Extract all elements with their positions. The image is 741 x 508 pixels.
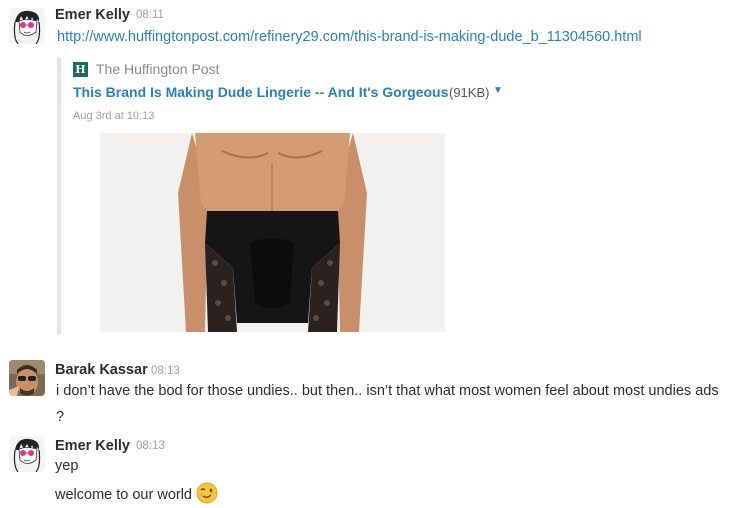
message-barak: Barak Kassar 08:13 i don’t have the bod … [0,355,741,430]
timestamp[interactable]: 08:13 [136,440,165,452]
attachment-service-name: The Huffington Post [96,61,220,77]
timestamp[interactable]: 08:13 [151,365,180,377]
attachment-bar [57,57,61,335]
avatar-barak-kassar[interactable] [9,360,45,396]
winking-face-icon[interactable] [196,482,218,508]
message-text-row: welcome to our world [55,482,218,508]
message-link[interactable]: http://www.huffingtonpost.com/refinery29… [57,29,642,45]
attachment-date: Aug 3rd at 10:13 [73,110,155,122]
message-text: i don’t have the bod for those undies.. … [56,383,719,399]
message-text: welcome to our world [55,487,192,503]
timestamp[interactable]: 08:11 [136,9,164,21]
avatar-emer-kelly[interactable] [9,8,45,44]
message-emer-1: Emer Kelly 08:11 http://www.huffingtonpo… [0,0,741,340]
attachment-title-link[interactable]: This Brand Is Making Dude Lingerie -- An… [73,84,448,100]
message-emer-2: Emer Kelly 08:13 yep welcome to our worl… [0,432,741,506]
huffington-post-icon: H [73,62,88,77]
attachment-size: (91KB) [449,85,490,100]
author-name[interactable]: Emer Kelly [55,7,130,23]
author-name[interactable]: Barak Kassar [55,362,148,378]
author-name[interactable]: Emer Kelly [55,438,130,454]
message-text: yep [55,458,79,474]
message-text: ? [56,409,65,425]
caret-down-icon[interactable]: ▼ [493,85,503,96]
attachment-image[interactable] [100,133,445,332]
avatar-emer-kelly[interactable] [9,436,45,472]
